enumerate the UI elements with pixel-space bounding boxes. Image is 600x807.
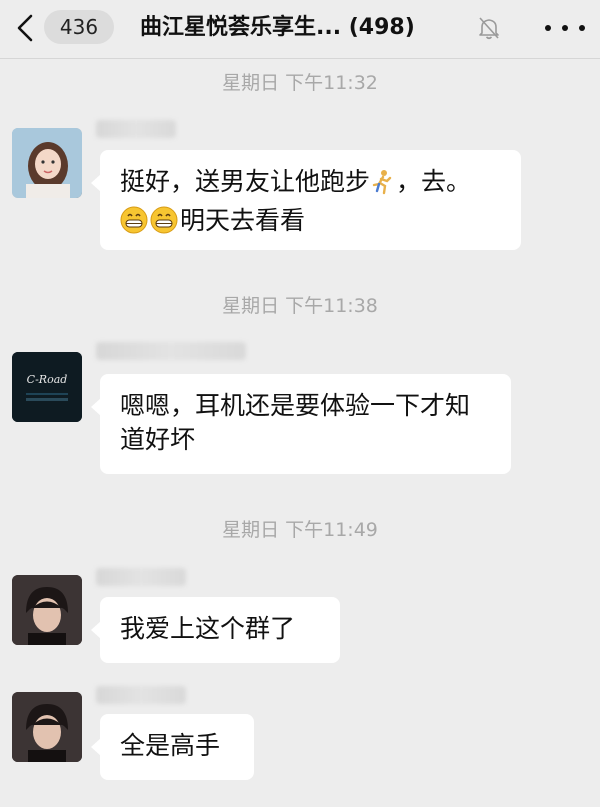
- message-text: 挺好，送男友让他跑步: [120, 167, 371, 196]
- message-bubble[interactable]: 挺好，送男友让他跑步 ，去。 明天去看看: [91, 150, 521, 250]
- message-text: 明天去看看: [180, 206, 306, 235]
- back-button[interactable]: [14, 14, 36, 42]
- chat-title[interactable]: 曲江星悦荟乐享生... (498): [140, 13, 470, 45]
- avatar[interactable]: [12, 575, 82, 645]
- message-line: 挺好，送男友让他跑步 ，去。: [120, 165, 501, 204]
- message-text: ，去。: [396, 167, 472, 196]
- timestamp: 星期日 下午11:32: [222, 72, 378, 94]
- dot-icon: [562, 25, 568, 31]
- avatar-logo: C-Road: [12, 352, 82, 422]
- avatar[interactable]: [12, 128, 82, 198]
- sender-name-blurred: [96, 120, 176, 138]
- avatar-photo: [12, 128, 82, 198]
- message-bubble[interactable]: 我爱上这个群了: [91, 597, 340, 663]
- message-text: 我爱上这个群了: [120, 614, 296, 643]
- message-text: 全是高手: [120, 731, 221, 760]
- unread-count-badge[interactable]: 436: [44, 10, 114, 44]
- avatar[interactable]: [12, 692, 82, 762]
- avatar-photo: [12, 692, 82, 762]
- grinning-face-icon: [120, 206, 148, 243]
- message-bubble[interactable]: 全是高手: [91, 714, 254, 780]
- avatar[interactable]: C-Road: [12, 352, 82, 422]
- mute-bell-icon: [478, 16, 500, 40]
- message-text: 嗯嗯，耳机还是要体验一下才知道好坏: [120, 391, 471, 454]
- timestamp: 星期日 下午11:49: [222, 519, 378, 541]
- timestamp: 星期日 下午11:38: [222, 295, 378, 317]
- sender-name-blurred: [96, 568, 186, 586]
- sender-name-blurred: [96, 686, 186, 704]
- dot-icon: [545, 25, 551, 31]
- more-options-button[interactable]: [545, 14, 585, 42]
- dot-icon: [579, 25, 585, 31]
- chat-header: 436 曲江星悦荟乐享生... (498): [0, 0, 600, 59]
- running-person-icon: [370, 169, 394, 204]
- message-bubble[interactable]: 嗯嗯，耳机还是要体验一下才知道好坏: [91, 374, 511, 474]
- grinning-face-icon: [150, 206, 178, 243]
- avatar-logo-text: C-Road: [27, 373, 68, 386]
- sender-name-blurred: [96, 342, 246, 360]
- message-line: 明天去看看: [120, 204, 501, 243]
- avatar-photo: [12, 575, 82, 645]
- chevron-left-icon: [17, 14, 33, 42]
